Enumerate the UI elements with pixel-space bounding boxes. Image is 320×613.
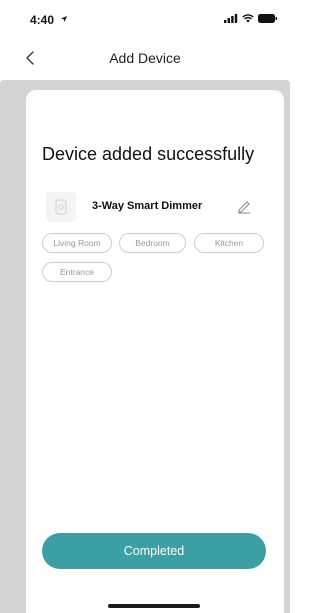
room-chip-bedroom[interactable]: Bedroom [119,233,186,253]
success-headline: Device added successfully [42,144,255,164]
nav-bar: Add Device [0,36,290,80]
add-device-screen: 4:40 Add Device Device added successfull… [0,0,290,613]
wifi-icon [242,14,254,23]
location-arrow-icon [61,16,67,22]
edit-name-button[interactable] [236,198,252,214]
device-thumbnail-icon [46,192,76,222]
device-name: 3-Way Smart Dimmer [92,200,203,212]
status-bar: 4:40 [0,0,290,36]
completed-button[interactable]: Completed [42,533,266,569]
room-chip-entrance[interactable]: Entrance [42,262,112,282]
page-title: Add Device [109,50,181,66]
pencil-icon [238,201,250,214]
status-time: 4:40 [30,13,55,27]
home-indicator [108,604,200,608]
signal-icon [224,14,238,23]
device-row: 3-Way Smart Dimmer [46,190,276,224]
room-chip-kitchen[interactable]: Kitchen [194,233,264,253]
battery-icon [258,14,278,23]
room-chip-living-room[interactable]: Living Room [42,233,112,253]
status-icons [224,14,278,23]
device-added-card: Device added successfully 3-Way Smart Di… [26,90,284,613]
